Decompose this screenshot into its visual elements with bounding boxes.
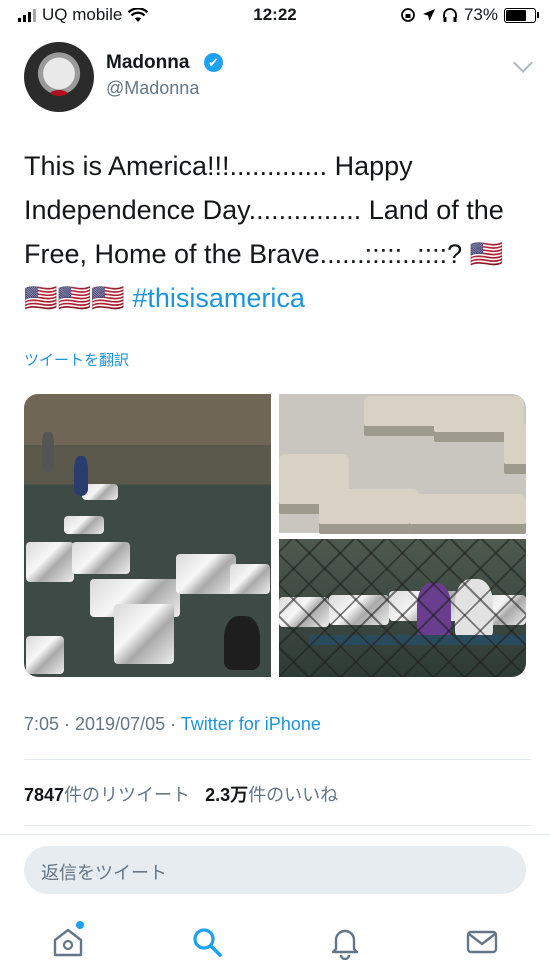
likes-count: 2.3万	[205, 785, 249, 805]
avatar[interactable]	[24, 42, 94, 112]
battery-fill	[506, 9, 526, 21]
tab-search[interactable]	[189, 924, 225, 960]
tab-messages[interactable]	[464, 924, 500, 960]
rotation-lock-icon	[401, 8, 415, 22]
retweets-count: 7847	[24, 785, 65, 805]
tab-home[interactable]	[50, 921, 86, 960]
headphones-icon	[443, 8, 457, 22]
status-right: 73%	[400, 5, 539, 25]
tweet-text: This is America!!!............. Happy In…	[24, 144, 529, 320]
reply-input[interactable]: 返信をツイート	[24, 846, 526, 894]
home-icon	[53, 928, 83, 957]
search-icon	[193, 928, 222, 957]
likes-label: 件のいいね	[248, 785, 339, 805]
verified-badge-icon: ✔	[204, 53, 223, 72]
status-bar: UQ mobile 12:22 73%	[0, 0, 550, 30]
timestamp: 7:05 · 2019/07/05 ·	[24, 714, 181, 734]
divider	[24, 825, 531, 826]
retweets-stat[interactable]: 7847件のリツイート	[24, 785, 190, 805]
divider	[24, 759, 531, 760]
messages-icon	[466, 930, 498, 954]
media-grid	[24, 394, 526, 677]
translate-tweet-link[interactable]: ツイートを翻訳	[24, 349, 129, 370]
tab-notifications[interactable]	[327, 924, 363, 961]
tweet-header: Madonna ✔ @Madonna	[24, 42, 534, 112]
reply-placeholder: 返信をツイート	[41, 863, 167, 883]
battery-icon	[504, 7, 539, 23]
source-link[interactable]: Twitter for iPhone	[181, 714, 321, 734]
location-icon	[422, 9, 435, 21]
media-photo-3[interactable]	[279, 539, 526, 677]
battery-percent: 73%	[463, 5, 498, 24]
author-name[interactable]: Madonna	[106, 52, 189, 74]
chevron-down-icon[interactable]	[513, 53, 533, 73]
tweet-stats: 7847件のリツイート 2.3万件のいいね	[24, 781, 338, 807]
likes-stat[interactable]: 2.3万件のいいね	[205, 785, 338, 805]
tweet-meta: 7:05 · 2019/07/05 · Twitter for iPhone	[24, 714, 321, 735]
tab-bar	[0, 910, 550, 978]
home-notification-dot	[76, 921, 84, 929]
media-photo-1[interactable]	[24, 394, 271, 677]
author-handle[interactable]: @Madonna	[106, 78, 199, 99]
notifications-icon	[331, 929, 359, 961]
divider	[0, 834, 550, 835]
hashtag-link[interactable]: #thisisamerica	[132, 283, 305, 313]
retweets-label: 件のリツイート	[64, 785, 191, 805]
media-photo-2[interactable]	[279, 394, 526, 534]
